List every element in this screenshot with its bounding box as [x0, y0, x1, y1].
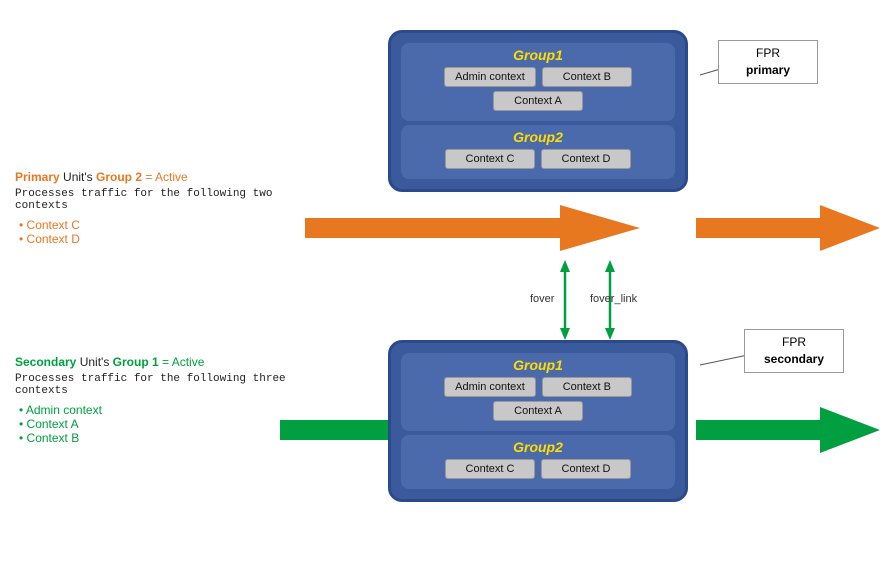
fpr-secondary-label2: secondary: [764, 352, 824, 366]
secondary-context-a: Context A: [493, 401, 583, 421]
fpr-secondary-box: FPR secondary: [744, 329, 844, 373]
primary-group1: Group1 Admin context Context B Context A: [401, 43, 675, 121]
fover-label: fover: [530, 293, 554, 305]
secondary-group2: Group2 Context C Context D: [401, 435, 675, 489]
primary-group2-title: Group2: [407, 129, 669, 145]
secondary-bullet-admin: • Admin context: [19, 403, 295, 417]
fover-link-label: fover_link: [590, 293, 637, 305]
fpr-secondary-label1: FPR: [782, 335, 806, 349]
secondary-word: Secondary: [15, 355, 76, 369]
primary-active-text: = Active: [145, 170, 187, 184]
primary-unit-text: Unit's: [63, 170, 96, 184]
primary-group2: Group2 Context C Context D: [401, 125, 675, 179]
secondary-group1-row1: Admin context Context B: [407, 377, 669, 397]
fover-up-arrow: [560, 260, 570, 272]
secondary-context-c: Context C: [445, 459, 535, 479]
primary-context-c: Context C: [445, 149, 535, 169]
secondary-admin-context: Admin context: [444, 377, 536, 397]
secondary-group2-row1: Context C Context D: [407, 459, 669, 479]
fpr-primary-label1: FPR: [756, 46, 780, 60]
primary-chassis: Group1 Admin context Context B Context A…: [388, 30, 688, 192]
secondary-unit-text: Unit's: [80, 355, 113, 369]
secondary-group1-title: Group1: [407, 357, 669, 373]
fpr-primary-box: FPR primary: [718, 40, 818, 84]
secondary-group1-row2: Context A: [407, 401, 669, 421]
secondary-unit-label: Secondary Unit's Group 1 = Active: [15, 355, 295, 369]
primary-group1-row1: Admin context Context B: [407, 67, 669, 87]
primary-context-d: Context D: [541, 149, 631, 169]
primary-context-a: Context A: [493, 91, 583, 111]
secondary-context-d: Context D: [541, 459, 631, 479]
primary-admin-context: Admin context: [444, 67, 536, 87]
primary-arrow: [305, 205, 640, 251]
primary-group-ref: Group 2: [96, 170, 142, 184]
fpr-primary-label2: primary: [746, 63, 790, 77]
secondary-group-ref: Group 1: [113, 355, 159, 369]
fover-down-arrow: [560, 328, 570, 340]
secondary-description: Processes traffic for the following thre…: [15, 373, 295, 397]
primary-group1-row2: Context A: [407, 91, 669, 111]
primary-label-block: Primary Unit's Group 2 = Active Processe…: [15, 170, 295, 246]
primary-unit-label: Primary Unit's Group 2 = Active: [15, 170, 295, 184]
secondary-group1: Group1 Admin context Context B Context A: [401, 353, 675, 431]
fover-link-up-arrow: [605, 260, 615, 272]
secondary-bullet-context-b: • Context B: [19, 431, 295, 445]
secondary-exit-arrow: [696, 407, 880, 453]
primary-context-b: Context B: [542, 67, 632, 87]
secondary-active-text: = Active: [162, 355, 204, 369]
primary-bullet-context-c: • Context C: [19, 218, 295, 232]
secondary-context-b: Context B: [542, 377, 632, 397]
fover-link-down-arrow: [605, 328, 615, 340]
diagram-container: FPR primary FPR secondary Group1 Admin c…: [0, 0, 886, 583]
primary-word: Primary: [15, 170, 60, 184]
primary-group1-title: Group1: [407, 47, 669, 63]
primary-group2-row1: Context C Context D: [407, 149, 669, 169]
primary-bullet-context-d: • Context D: [19, 232, 295, 246]
secondary-label-block: Secondary Unit's Group 1 = Active Proces…: [15, 355, 295, 445]
secondary-group2-title: Group2: [407, 439, 669, 455]
secondary-chassis: Group1 Admin context Context B Context A…: [388, 340, 688, 502]
primary-exit-arrow: [696, 205, 880, 251]
primary-description: Processes traffic for the following two …: [15, 188, 295, 212]
secondary-bullet-context-a: • Context A: [19, 417, 295, 431]
